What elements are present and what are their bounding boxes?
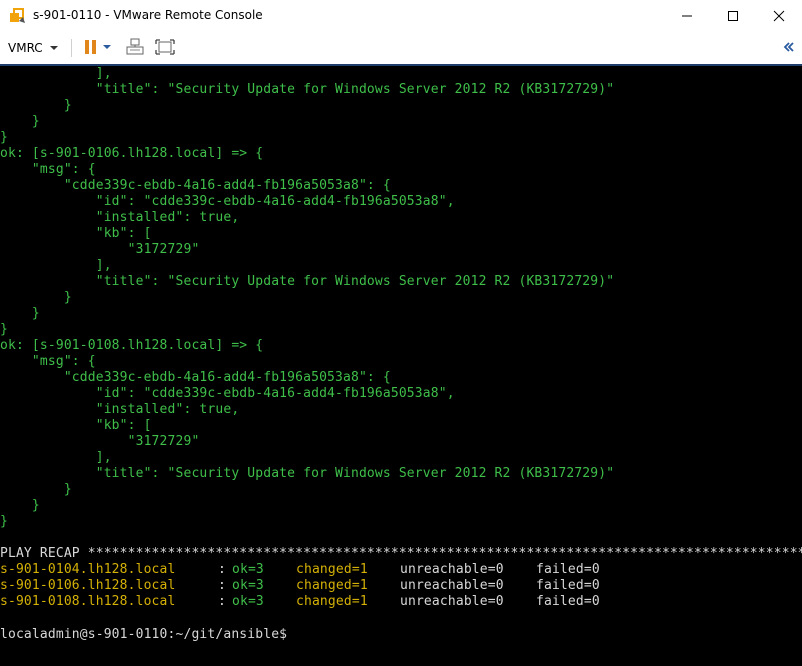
- recap-failed: failed=0: [536, 562, 600, 577]
- close-button[interactable]: [756, 0, 802, 31]
- recap-failed: failed=0: [536, 578, 600, 593]
- pause-button[interactable]: [80, 37, 114, 57]
- recap-unreachable: unreachable=0: [400, 562, 504, 577]
- recap-failed: failed=0: [536, 594, 600, 609]
- console-line: }: [0, 306, 40, 321]
- console-line: "cdde339c-ebdb-4a16-add4-fb196a5053a8": …: [0, 370, 391, 385]
- recap-host: s-901-0106.lh128.local: [0, 578, 176, 593]
- console-line: }: [0, 114, 40, 129]
- console-line: ok: [s-901-0108.lh128.local] => {: [0, 338, 264, 353]
- collapse-toolbar-button[interactable]: [780, 37, 798, 57]
- console-line: }: [0, 482, 72, 497]
- vmware-logo-icon: [9, 7, 27, 25]
- double-chevron-left-icon: [783, 42, 794, 52]
- console-line: }: [0, 130, 8, 145]
- recap-changed: changed=1: [296, 562, 368, 577]
- send-ctrl-alt-del-button[interactable]: [125, 37, 145, 57]
- pause-dropdown-icon: [102, 45, 111, 49]
- console-line: "kb": [: [0, 226, 152, 241]
- console-line: "id": "cdde339c-ebdb-4a16-add4-fb196a505…: [0, 386, 455, 401]
- maximize-icon: [728, 10, 738, 21]
- console-line: "title": "Security Update for Windows Se…: [0, 82, 615, 97]
- console-line: }: [0, 98, 72, 113]
- console-line: PLAY RECAP *****************************…: [0, 546, 802, 561]
- recap-unreachable: unreachable=0: [400, 594, 504, 609]
- recap-ok: ok=3: [232, 594, 264, 609]
- fullscreen-icon: [155, 39, 175, 55]
- vmrc-menu-label: VMRC: [8, 41, 43, 55]
- recap-changed: changed=1: [296, 578, 368, 593]
- window-title: s-901-0110 - VMware Remote Console: [33, 8, 263, 22]
- console-line: }: [0, 514, 8, 529]
- recap-separator: :: [218, 578, 226, 593]
- console-line: }: [0, 290, 72, 305]
- title-bar: s-901-0110 - VMware Remote Console: [0, 0, 802, 31]
- maximize-button[interactable]: [710, 0, 756, 31]
- console-line: "kb": [: [0, 418, 152, 433]
- toolbar-divider: [71, 39, 72, 57]
- minimize-icon: [682, 15, 692, 16]
- console-line: }: [0, 322, 8, 337]
- console-line: ],: [0, 258, 112, 273]
- remote-console-screen[interactable]: ], "title": "Security Update for Windows…: [0, 66, 802, 666]
- console-line: "id": "cdde339c-ebdb-4a16-add4-fb196a505…: [0, 194, 455, 209]
- minimize-button[interactable]: [664, 0, 710, 31]
- close-icon: [773, 10, 785, 21]
- console-line: "title": "Security Update for Windows Se…: [0, 274, 615, 289]
- vmrc-menu-button[interactable]: VMRC: [8, 39, 59, 57]
- console-line: "cdde339c-ebdb-4a16-add4-fb196a5053a8": …: [0, 178, 391, 193]
- console-line: "title": "Security Update for Windows Se…: [0, 466, 615, 481]
- console-line: "3172729": [0, 242, 200, 257]
- shell-prompt: localadmin@s-901-0110:~/git/ansible$: [0, 627, 288, 642]
- console-line: "msg": {: [0, 162, 96, 177]
- console-line: "installed": true,: [0, 210, 240, 225]
- console-line: "installed": true,: [0, 402, 240, 417]
- console-line: ],: [0, 66, 112, 81]
- chevron-down-icon: [49, 46, 58, 50]
- console-line: "msg": {: [0, 354, 96, 369]
- recap-separator: :: [218, 562, 226, 577]
- console-line: ],: [0, 450, 112, 465]
- recap-ok: ok=3: [232, 562, 264, 577]
- console-line: "3172729": [0, 434, 200, 449]
- recap-host: s-901-0104.lh128.local: [0, 562, 176, 577]
- recap-changed: changed=1: [296, 594, 368, 609]
- fullscreen-button[interactable]: [154, 37, 176, 57]
- console-line: }: [0, 498, 40, 513]
- recap-host: s-901-0108.lh128.local: [0, 594, 176, 609]
- recap-unreachable: unreachable=0: [400, 578, 504, 593]
- recap-separator: :: [218, 594, 226, 609]
- console-line: ok: [s-901-0106.lh128.local] => {: [0, 146, 264, 161]
- pause-icon: [84, 40, 96, 54]
- send-ctrl-alt-del-icon: [126, 38, 144, 55]
- toolbar: VMRC: [0, 31, 802, 64]
- recap-ok: ok=3: [232, 578, 264, 593]
